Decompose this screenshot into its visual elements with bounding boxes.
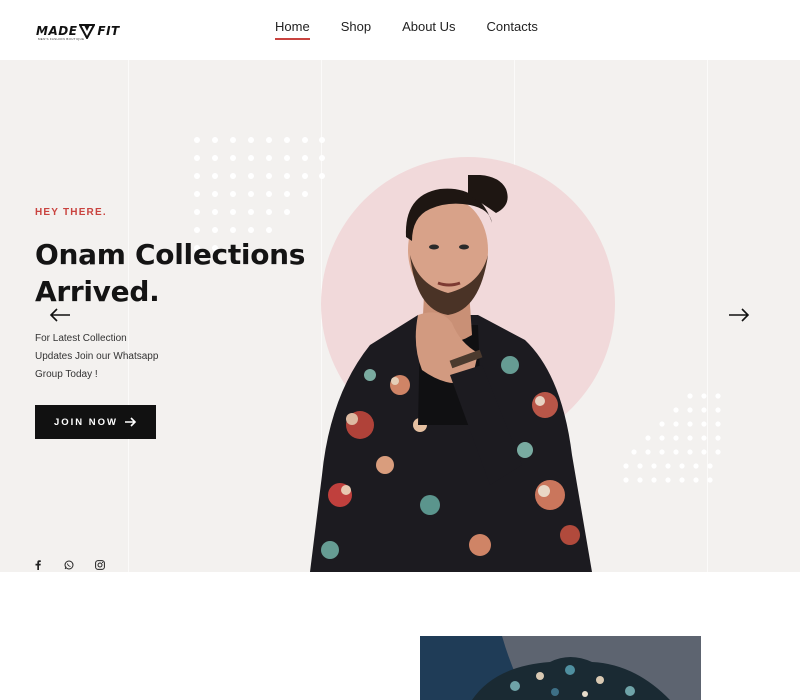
dot-pattern-decoration [623, 393, 721, 483]
join-now-label: JOIN NOW [53, 416, 119, 428]
main-nav: Home Shop About Us Contacts [275, 19, 569, 40]
hero-description-line2: Updates Join our Whatsapp [35, 351, 159, 362]
hero-description-line3: Group Today ! [35, 369, 98, 380]
logo-word-left: MADE [36, 24, 78, 38]
hero-headline-line2: Arrived. [35, 275, 160, 308]
logo-word-right: FIT [97, 24, 120, 38]
model-photo [310, 175, 592, 572]
hero-headline: Onam Collections Arrived. [35, 236, 325, 310]
arrow-right-icon[interactable] [727, 305, 751, 325]
brand-logo[interactable]: MADE FIT MEN'S FASHION BOUTIQUE [36, 20, 120, 42]
nav-about-us[interactable]: About Us [402, 19, 455, 34]
hero-banner: HEY THERE. Onam Collections Arrived. For… [0, 60, 800, 572]
instagram-icon[interactable] [95, 560, 105, 570]
arrow-left-icon[interactable] [48, 305, 72, 325]
nav-home[interactable]: Home [275, 19, 310, 40]
grid-line [707, 60, 708, 572]
join-now-button[interactable]: JOIN NOW [35, 405, 156, 439]
hero-headline-line1: Onam Collections [35, 238, 306, 271]
whatsapp-icon[interactable] [64, 560, 74, 570]
logo-tagline: MEN'S FASHION BOUTIQUE [38, 37, 85, 41]
arrow-right-icon [125, 417, 137, 427]
hero-eyebrow: HEY THERE. [35, 207, 107, 218]
facebook-icon[interactable] [33, 560, 43, 570]
nav-contacts[interactable]: Contacts [487, 19, 538, 34]
product-photo [420, 636, 670, 700]
product-card-image[interactable] [420, 636, 701, 700]
hero-description: For Latest Collection Updates Join our W… [35, 330, 185, 384]
nav-shop[interactable]: Shop [341, 19, 371, 34]
site-header: MADE FIT MEN'S FASHION BOUTIQUE Home Sho… [0, 0, 800, 60]
grid-line [128, 60, 129, 572]
social-links [33, 560, 126, 570]
hero-description-line1: For Latest Collection [35, 333, 127, 344]
